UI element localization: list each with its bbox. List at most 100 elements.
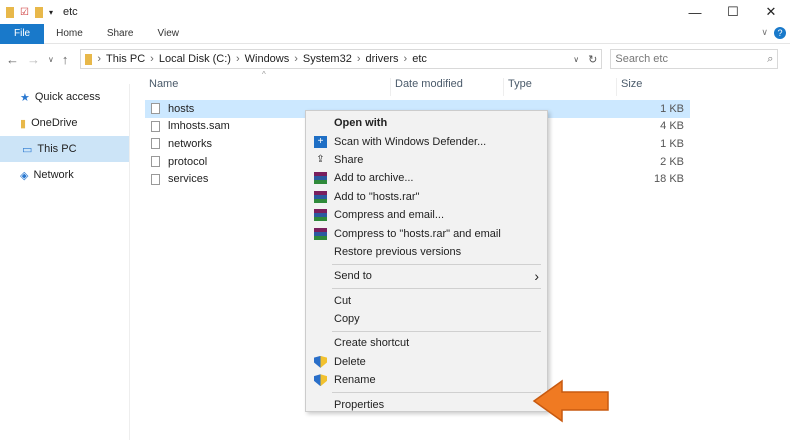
tab-file[interactable]: File [0, 23, 45, 44]
crumb-windows[interactable]: Windows [245, 53, 290, 65]
tab-share[interactable]: Share [95, 24, 146, 44]
menu-open-with[interactable]: Open with [306, 114, 547, 132]
sidebar-item-label: OneDrive [31, 117, 78, 129]
tab-home[interactable]: Home [44, 24, 95, 44]
menu-send-to[interactable]: Send to › [306, 267, 547, 285]
file-icon [151, 173, 160, 185]
menu-add-to-archive[interactable]: Add to archive... [306, 169, 547, 187]
column-headers: Name Date modified Type Size [145, 78, 690, 96]
crumb-etc[interactable]: etc [412, 53, 427, 65]
menu-separator [332, 288, 541, 290]
up-button[interactable]: ↑ [62, 52, 69, 67]
file-icon [151, 156, 160, 168]
menu-compress-and-email[interactable]: Compress and email... [306, 206, 547, 224]
menu-label: Send to [334, 270, 372, 283]
expand-ribbon-icon[interactable]: ∨ [761, 27, 768, 38]
menu-rename[interactable]: Rename [306, 371, 547, 389]
column-date-modified[interactable]: Date modified [391, 78, 504, 96]
folder-icon [6, 6, 14, 18]
file-size: 2 KB [660, 155, 684, 168]
column-type[interactable]: Type [504, 78, 617, 96]
tab-view[interactable]: View [146, 24, 192, 44]
recent-locations-icon[interactable]: ∨ [48, 55, 54, 64]
file-icon [151, 138, 160, 150]
menu-label: Share [334, 153, 364, 166]
context-menu: Open with + Scan with Windows Defender...… [305, 110, 548, 412]
network-icon: ◈ [20, 169, 29, 182]
help-icon[interactable]: ? [774, 27, 786, 39]
menu-restore-previous-versions[interactable]: Restore previous versions [306, 243, 547, 261]
file-size: 1 KB [660, 102, 684, 115]
menu-compress-rar-and-email[interactable]: Compress to "hosts.rar" and email [306, 224, 547, 242]
folder-icon [85, 53, 93, 65]
menu-label: Delete [334, 355, 366, 368]
file-size: 18 KB [654, 173, 684, 186]
menu-add-to-hosts-rar[interactable]: Add to "hosts.rar" [306, 188, 547, 206]
winrar-icon [314, 190, 327, 203]
sidebar-item-network[interactable]: ◈ Network [0, 162, 129, 188]
sidebar-item-label: Network [33, 169, 74, 181]
title-bar: ☑ ▾ etc — ☐ ✕ [0, 0, 790, 24]
submenu-arrow-icon: › [534, 268, 539, 285]
menu-separator [332, 330, 541, 332]
file-size: 4 KB [660, 120, 684, 133]
uac-shield-icon [314, 374, 327, 387]
back-button[interactable]: ← [6, 52, 19, 67]
menu-label: Create shortcut [334, 337, 410, 350]
menu-separator [332, 391, 541, 393]
menu-label: Cut [334, 294, 352, 307]
winrar-icon [314, 227, 327, 240]
crumb-this-pc[interactable]: This PC [106, 53, 145, 65]
search-input[interactable]: Search etc ⌕ [610, 49, 779, 69]
sidebar-item-onedrive[interactable]: ▮ OneDrive [0, 110, 129, 136]
menu-share[interactable]: ⇪ Share [306, 151, 547, 169]
properties-quick-icon[interactable]: ☑ [20, 7, 29, 18]
star-icon: ★ [20, 91, 30, 104]
menu-separator [332, 263, 541, 265]
crumb-local-disk[interactable]: Local Disk (C:) [159, 53, 231, 65]
winrar-icon [314, 209, 327, 222]
forward-button[interactable]: → [27, 52, 40, 67]
crumb-separator: › [294, 53, 298, 65]
maximize-button[interactable]: ☐ [714, 0, 752, 24]
sidebar-item-label: Quick access [34, 91, 101, 103]
orange-arrow-icon [532, 379, 609, 423]
file-icon [151, 120, 160, 132]
ribbon: File Home Share View [0, 23, 790, 44]
column-name[interactable]: Name [145, 78, 391, 96]
menu-label: Compress and email... [334, 209, 445, 222]
crumb-separator: › [150, 53, 154, 65]
menu-label: Add to "hosts.rar" [334, 190, 420, 203]
sidebar-item-this-pc[interactable]: ▭ This PC [0, 136, 129, 162]
computer-icon: ▭ [22, 143, 33, 156]
column-size[interactable]: Size [617, 78, 687, 96]
file-size: 1 KB [660, 137, 684, 150]
crumb-drivers[interactable]: drivers [366, 53, 399, 65]
menu-properties[interactable]: Properties [306, 395, 547, 413]
new-folder-quick-icon[interactable] [34, 6, 43, 18]
sidebar-item-quick-access[interactable]: ★ Quick access [0, 84, 129, 110]
search-icon: ⌕ [767, 52, 774, 65]
file-icon [151, 103, 160, 115]
windows-defender-icon: + [314, 135, 327, 148]
crumb-separator: › [403, 53, 408, 65]
menu-copy[interactable]: Copy [306, 310, 547, 328]
crumb-system32[interactable]: System32 [303, 53, 352, 65]
menu-label: Open with [334, 117, 388, 130]
customize-quick-access-icon[interactable]: ▾ [49, 8, 53, 17]
close-button[interactable]: ✕ [752, 0, 790, 24]
address-path[interactable]: › This PC › Local Disk (C:) › Windows › Syst… [80, 49, 603, 69]
onedrive-folder-icon: ▮ [20, 117, 27, 130]
crumb-separator: › [235, 53, 240, 65]
window-title: etc [62, 6, 78, 18]
menu-create-shortcut[interactable]: Create shortcut [306, 334, 547, 352]
address-dropdown-icon[interactable]: ∨ [573, 55, 579, 64]
minimize-button[interactable]: — [676, 0, 714, 24]
winrar-icon [314, 172, 327, 185]
sidebar-item-label: This PC [37, 143, 77, 155]
menu-cut[interactable]: Cut [306, 292, 547, 310]
menu-scan-defender[interactable]: + Scan with Windows Defender... [306, 132, 547, 150]
refresh-icon[interactable]: ↻ [584, 53, 601, 66]
menu-label: Add to archive... [334, 172, 414, 185]
menu-delete[interactable]: Delete [306, 353, 547, 371]
